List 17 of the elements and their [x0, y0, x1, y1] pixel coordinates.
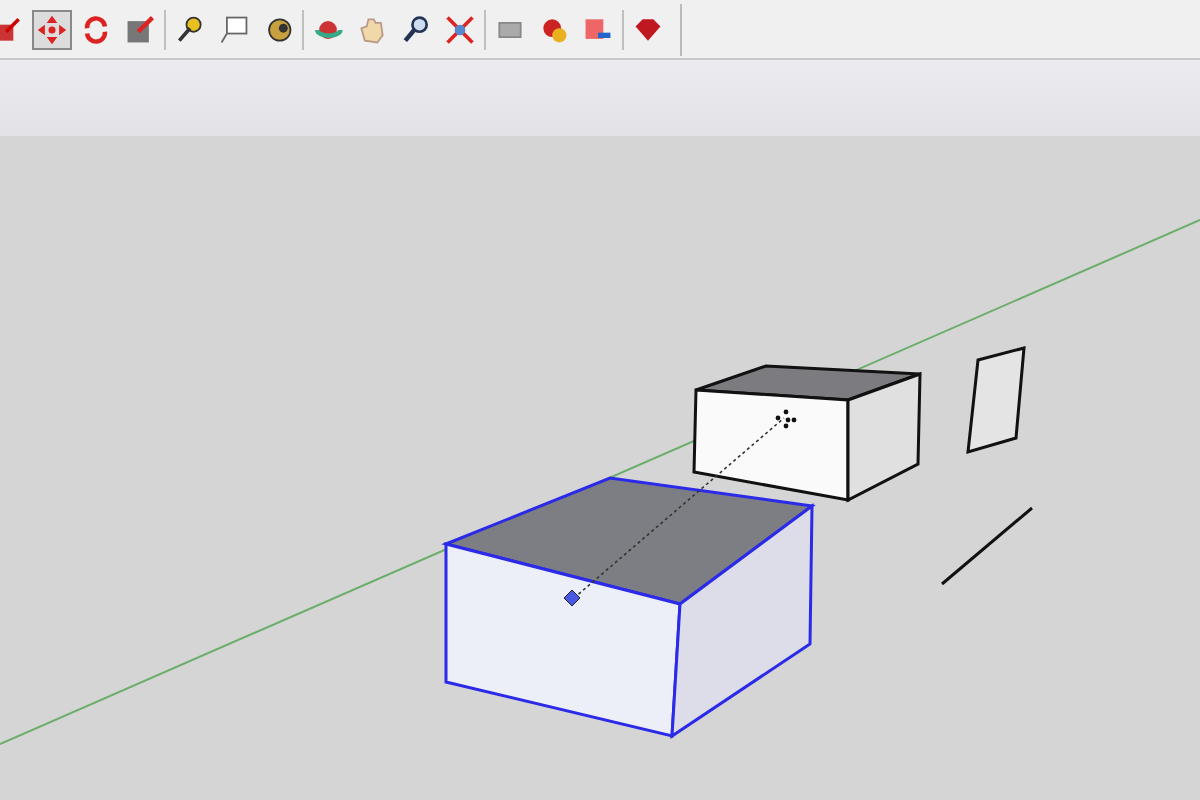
materials-icon — [538, 13, 570, 45]
move-tool-button[interactable] — [32, 9, 72, 49]
push-pull-icon — [0, 13, 24, 45]
text-icon — [218, 13, 250, 45]
edge-line — [941, 506, 1033, 586]
scale-icon — [124, 13, 156, 45]
ruby-gem-icon — [632, 13, 664, 45]
magnifier-icon — [400, 13, 432, 45]
move-icon — [36, 13, 68, 45]
export-icon — [582, 13, 614, 45]
hand-icon — [356, 13, 388, 45]
move-cursor-icon — [775, 409, 797, 429]
square-face-drawing — [966, 346, 1026, 455]
tape-measure-icon — [174, 13, 206, 45]
midpoint-marker-icon — [563, 589, 581, 607]
rotate-icon — [80, 13, 112, 45]
zoom-extents-icon — [444, 13, 476, 45]
